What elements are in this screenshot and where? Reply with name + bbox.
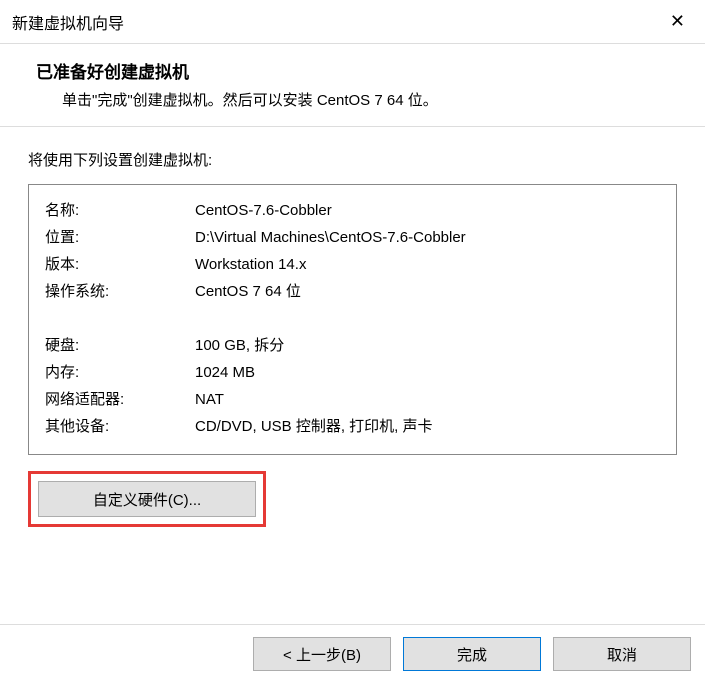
summary-label: 内存: (45, 359, 195, 386)
summary-value: Workstation 14.x (195, 251, 660, 278)
customize-hw-highlight: 自定义硬件(C)... (28, 471, 266, 527)
summary-value: D:\Virtual Machines\CentOS-7.6-Cobbler (195, 224, 660, 251)
wizard-footer: < 上一步(B) 完成 取消 (0, 624, 705, 687)
summary-row-other: 其他设备: CD/DVD, USB 控制器, 打印机, 声卡 (45, 413, 660, 440)
summary-label: 操作系统: (45, 278, 195, 305)
finish-button[interactable]: 完成 (403, 637, 541, 671)
summary-row-disk: 硬盘: 100 GB, 拆分 (45, 332, 660, 359)
summary-label: 网络适配器: (45, 386, 195, 413)
wizard-heading: 已准备好创建虚拟机 (36, 58, 705, 83)
summary-gap (45, 305, 660, 332)
summary-label: 版本: (45, 251, 195, 278)
wizard-subheading: 单击"完成"创建虚拟机。然后可以安装 CentOS 7 64 位。 (36, 89, 705, 110)
summary-box: 名称: CentOS-7.6-Cobbler 位置: D:\Virtual Ma… (28, 184, 677, 455)
summary-row-location: 位置: D:\Virtual Machines\CentOS-7.6-Cobbl… (45, 224, 660, 251)
summary-row-name: 名称: CentOS-7.6-Cobbler (45, 197, 660, 224)
cancel-button[interactable]: 取消 (553, 637, 691, 671)
customize-hardware-button[interactable]: 自定义硬件(C)... (38, 481, 256, 517)
content-area: 将使用下列设置创建虚拟机: 名称: CentOS-7.6-Cobbler 位置:… (0, 127, 705, 527)
summary-value: 100 GB, 拆分 (195, 332, 660, 359)
titlebar: 新建虚拟机向导 ✕ (0, 0, 705, 44)
summary-label: 硬盘: (45, 332, 195, 359)
back-button[interactable]: < 上一步(B) (253, 637, 391, 671)
wizard-header: 已准备好创建虚拟机 单击"完成"创建虚拟机。然后可以安装 CentOS 7 64… (0, 44, 705, 126)
summary-row-version: 版本: Workstation 14.x (45, 251, 660, 278)
summary-row-network: 网络适配器: NAT (45, 386, 660, 413)
summary-value: NAT (195, 386, 660, 413)
settings-caption: 将使用下列设置创建虚拟机: (28, 149, 677, 170)
summary-label: 名称: (45, 197, 195, 224)
summary-label: 其他设备: (45, 413, 195, 440)
window-title: 新建虚拟机向导 (12, 10, 662, 34)
summary-row-memory: 内存: 1024 MB (45, 359, 660, 386)
summary-value: 1024 MB (195, 359, 660, 386)
close-icon[interactable]: ✕ (662, 7, 693, 36)
summary-value: CD/DVD, USB 控制器, 打印机, 声卡 (195, 413, 660, 440)
summary-value: CentOS 7 64 位 (195, 278, 660, 305)
summary-label: 位置: (45, 224, 195, 251)
summary-row-os: 操作系统: CentOS 7 64 位 (45, 278, 660, 305)
summary-value: CentOS-7.6-Cobbler (195, 197, 660, 224)
